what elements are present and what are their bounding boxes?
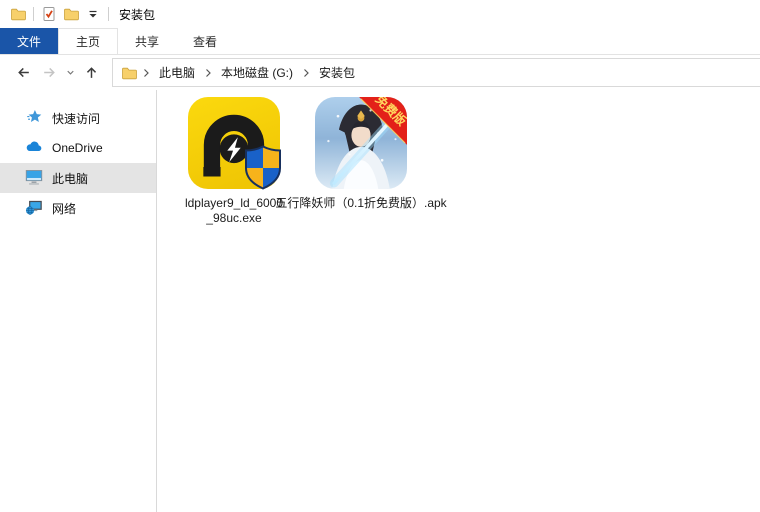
uac-shield-icon: [243, 145, 283, 191]
titlebar-separator: [33, 7, 34, 21]
breadcrumb-this-pc[interactable]: 此电脑: [152, 59, 202, 86]
file-list-area[interactable]: ldplayer9_ld_6000_98uc.exe 免费版 五行降妖师（0.1…: [157, 90, 760, 512]
titlebar-separator: [108, 7, 109, 21]
sidebar-item-quick-access[interactable]: 快速访问: [0, 103, 156, 133]
onedrive-cloud-icon: [25, 138, 43, 159]
breadcrumb-chevron-icon[interactable]: [300, 67, 312, 79]
breadcrumb-chevron-icon[interactable]: [140, 67, 152, 79]
qat-dropdown-icon[interactable]: [82, 3, 104, 25]
breadcrumb-chevron-icon[interactable]: [202, 67, 214, 79]
properties-icon[interactable]: [38, 3, 60, 25]
location-folder-icon: [118, 62, 140, 84]
sidebar-item-label: 快速访问: [52, 111, 101, 126]
ribbon-tab-bar: 文件 主页 共享 查看: [0, 28, 760, 55]
tab-home[interactable]: 主页: [58, 28, 119, 54]
breadcrumb-local-disk-g[interactable]: 本地磁盘 (G:): [214, 59, 300, 86]
breadcrumb-install-folder[interactable]: 安装包: [312, 59, 362, 86]
sidebar-item-label: 此电脑: [52, 171, 89, 186]
address-bar[interactable]: 此电脑 本地磁盘 (G:) 安装包: [112, 58, 760, 87]
sidebar-item-network[interactable]: 网络: [0, 193, 156, 223]
tab-view[interactable]: 查看: [176, 28, 234, 54]
file-item-game-apk[interactable]: 免费版 五行降妖师（0.1折免费版）.apk: [275, 97, 447, 211]
forward-button[interactable]: [36, 60, 62, 86]
up-button[interactable]: [78, 60, 104, 86]
recent-locations-dropdown-icon[interactable]: [62, 60, 78, 86]
breadcrumb: 此电脑 本地磁盘 (G:) 安装包: [152, 59, 362, 86]
title-bar: 安装包: [0, 0, 760, 28]
network-icon: [25, 198, 43, 219]
sidebar-item-label: OneDrive: [52, 141, 103, 155]
game-app-icon: 免费版: [315, 97, 407, 189]
this-pc-icon: [25, 168, 43, 189]
tab-file[interactable]: 文件: [0, 28, 59, 54]
quick-access-star-icon: [25, 108, 43, 129]
sidebar-item-onedrive[interactable]: OneDrive: [0, 133, 156, 163]
sidebar-item-label: 网络: [52, 201, 77, 216]
file-name: ldplayer9_ld_6000_98uc.exe: [184, 196, 284, 225]
file-item-ldplayer-exe[interactable]: ldplayer9_ld_6000_98uc.exe: [178, 97, 290, 226]
tab-share[interactable]: 共享: [118, 28, 176, 54]
new-folder-icon[interactable]: [60, 3, 82, 25]
window-title: 安装包: [119, 7, 156, 22]
navigation-pane: 快速访问 OneDrive 此电脑 网络: [0, 90, 157, 512]
explorer-folder-icon: [7, 3, 29, 25]
file-name: 五行降妖师（0.1折免费版）.apk: [275, 196, 447, 210]
back-button[interactable]: [10, 60, 36, 86]
navigation-bar: 此电脑 本地磁盘 (G:) 安装包: [0, 55, 760, 90]
sidebar-item-this-pc[interactable]: 此电脑: [0, 163, 156, 193]
